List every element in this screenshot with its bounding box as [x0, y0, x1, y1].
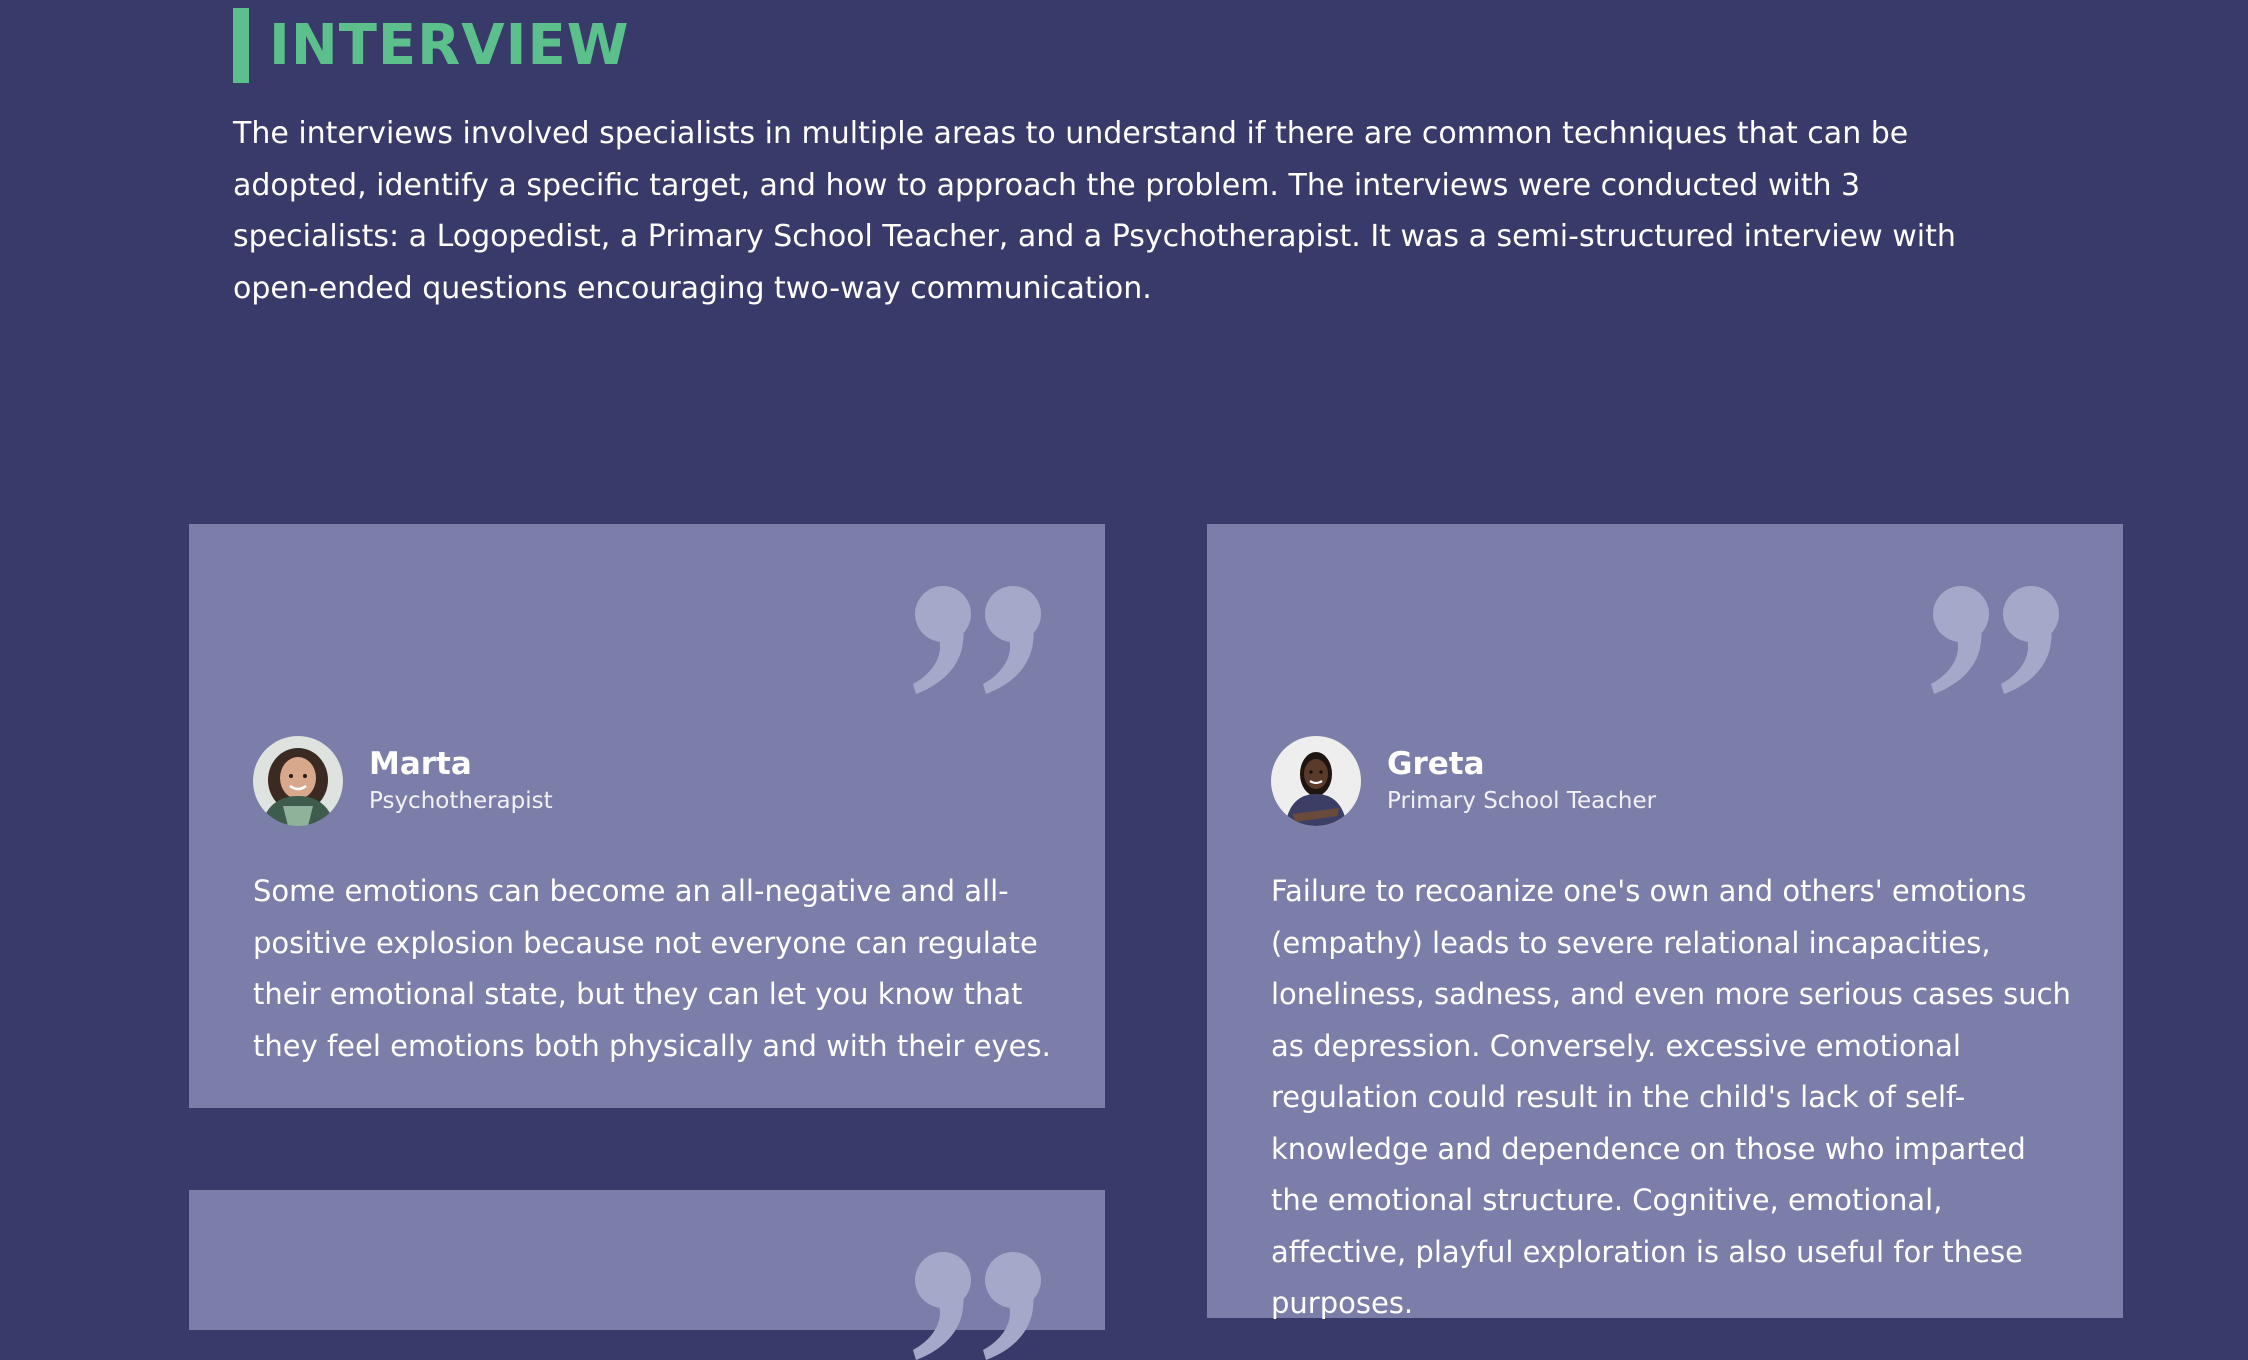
person-greta: Greta Primary School Teacher	[1271, 736, 1656, 826]
quote-text: Failure to recoanize one's own and other…	[1271, 874, 2071, 1320]
avatar-photo-icon	[253, 736, 343, 826]
person-text: Greta Primary School Teacher	[1387, 744, 1656, 818]
accent-bar	[233, 8, 249, 83]
testimonial-card-partial	[189, 1190, 1105, 1360]
section-header: INTERVIEW	[233, 8, 629, 83]
person-name: Greta	[1387, 746, 1485, 782]
person-marta: Marta Psychotherapist	[253, 736, 553, 826]
testimonial-card-greta: Greta Primary School Teacher Failure to …	[1207, 524, 2123, 1320]
quote-mark-icon	[913, 1252, 1041, 1360]
person-text: Marta Psychotherapist	[369, 744, 553, 818]
person-role: Primary School Teacher	[1387, 788, 1657, 814]
testimonial-card-marta: Marta Psychotherapist Some emotions can …	[189, 524, 1105, 1108]
person-role: Psychotherapist	[369, 788, 553, 814]
quote-mark-icon	[913, 586, 1041, 694]
section-title: INTERVIEW	[269, 13, 630, 78]
avatar-photo-icon	[1271, 736, 1361, 826]
quote-text: Some emotions can become an all-negative…	[253, 874, 1051, 1063]
person-name: Marta	[369, 746, 472, 782]
quote-mark-icon	[1931, 586, 2059, 694]
intro-paragraph: The interviews involved specialists in m…	[233, 116, 1956, 306]
